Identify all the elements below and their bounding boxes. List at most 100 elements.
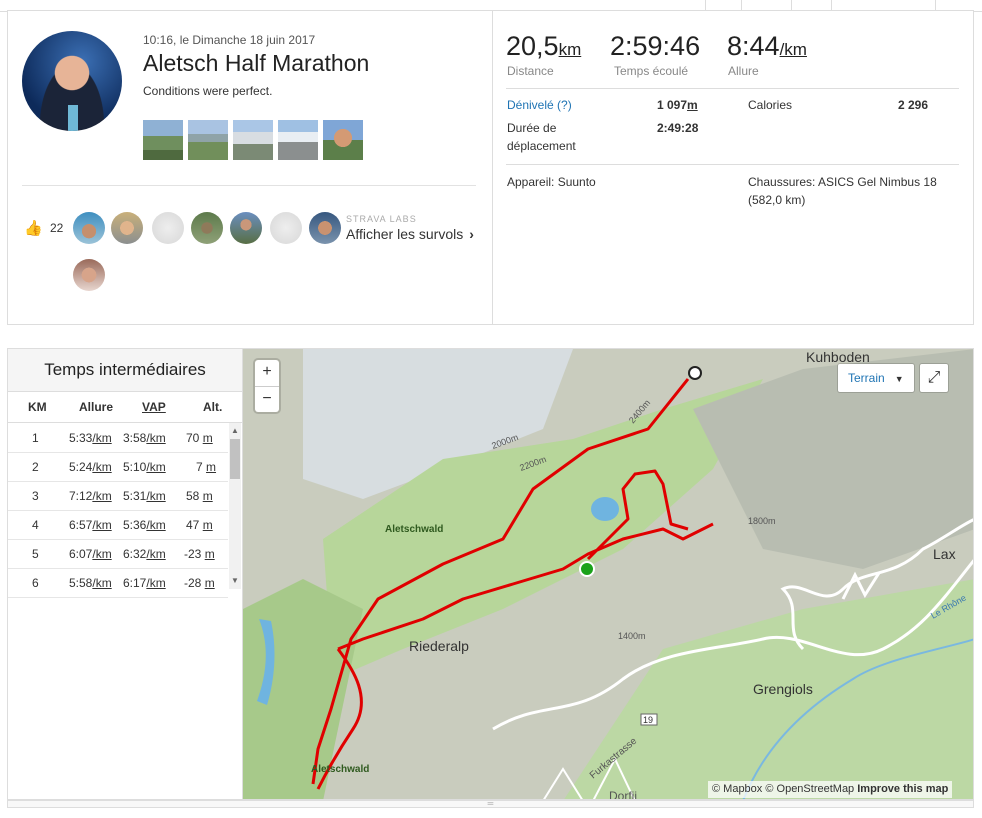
map-canvas[interactable]: Kuhboden Lax Riederalp Grengiols Aletsch… [243, 349, 974, 800]
split-gap-value: 5:36 [123, 518, 147, 532]
split-km: 1 [32, 431, 39, 445]
scroll-down-icon[interactable]: ▼ [229, 575, 241, 587]
split-km: 4 [32, 518, 39, 532]
splits-header-gap[interactable]: VAP [142, 400, 166, 414]
split-gap-value: 3:58 [123, 431, 147, 445]
kudoer-avatar[interactable] [191, 212, 223, 244]
card-divider [492, 10, 493, 325]
zoom-in-button[interactable]: + [255, 360, 279, 387]
fullscreen-button[interactable]: ⤢ [920, 364, 948, 392]
split-alt-unit: m [202, 431, 213, 445]
split-row[interactable]: 2 5:24/km 5:10/km 7 m [8, 452, 228, 482]
elevation-stat: 1 097m [657, 96, 698, 114]
finish-flag-icon [688, 366, 702, 380]
zoom-control: + − [255, 360, 279, 412]
start-marker-icon [579, 561, 595, 577]
distance-unit: km [558, 40, 582, 59]
stats-divider [506, 164, 959, 165]
caret-down-icon: ▼ [894, 374, 904, 384]
split-gap-unit: /km [146, 460, 166, 474]
route-map[interactable]: Kuhboden Lax Riederalp Grengiols Aletsch… [242, 348, 974, 800]
splits-header-km: KM [28, 400, 47, 414]
split-km: 2 [32, 460, 39, 474]
kudos-count[interactable]: 22 [50, 221, 63, 235]
split-row[interactable]: 6 5:58/km 6:17/km -28 m [8, 568, 228, 598]
kudoer-avatar[interactable] [152, 212, 184, 244]
split-alt: 70 m [186, 431, 213, 445]
distance-label: Distance [507, 64, 554, 78]
splits-scroll-thumb[interactable] [230, 439, 240, 479]
activity-title[interactable]: Aletsch Half Marathon [143, 50, 369, 77]
split-row[interactable]: 5 6:07/km 6:32/km -23 m [8, 539, 228, 569]
elevation-unit: m [687, 98, 698, 112]
splits-header-alt: Alt. [203, 400, 223, 414]
split-pace: 6:07/km [69, 547, 112, 561]
elevation-label-link[interactable]: Dénivelé (?) [507, 96, 572, 114]
kudoer-avatar[interactable] [270, 212, 302, 244]
split-alt-value: -23 [184, 547, 202, 561]
split-alt-value: -28 [184, 576, 202, 590]
improve-map-link[interactable]: Improve this map [857, 783, 948, 795]
split-gap-value: 5:31 [123, 489, 147, 503]
map-layer-label: Terrain [848, 371, 885, 385]
activity-photo[interactable] [323, 120, 363, 160]
activity-photo[interactable] [233, 120, 273, 160]
split-km: 6 [32, 576, 39, 590]
kudoer-avatar[interactable] [73, 259, 105, 291]
split-gap-value: 6:32 [123, 547, 147, 561]
activity-photo[interactable] [278, 120, 318, 160]
split-gap: 5:31/km [123, 489, 166, 503]
split-pace-unit: /km [92, 518, 112, 532]
split-gap: 6:17/km [123, 576, 166, 590]
split-pace-unit: /km [92, 489, 112, 503]
chevron-right-icon: › [469, 226, 474, 242]
split-pace-value: 5:33 [69, 431, 93, 445]
zoom-out-button[interactable]: − [255, 387, 279, 413]
scroll-up-icon[interactable]: ▲ [229, 425, 241, 437]
resize-grip[interactable]: ═ [7, 800, 974, 808]
split-row[interactable]: 1 5:33/km 3:58/km 70 m [8, 423, 228, 453]
split-alt-value: 58 [186, 489, 200, 503]
moving-time-value: 2:49:28 [657, 121, 699, 135]
map-contour-label: 1800m [748, 516, 776, 526]
flybys-label[interactable]: Afficher les survols [346, 226, 463, 242]
elapsed-time-value: 2:59:46 [610, 31, 701, 61]
split-pace-value: 5:24 [69, 460, 93, 474]
attribution-osm-link[interactable]: © OpenStreetMap [765, 783, 854, 795]
map-layer-select[interactable]: Terrain ▼ [838, 364, 914, 392]
split-alt-value: 70 [186, 431, 200, 445]
split-row[interactable]: 3 7:12/km 5:31/km 58 m [8, 481, 228, 511]
kudoer-avatar[interactable] [309, 212, 341, 244]
athlete-avatar[interactable] [22, 31, 122, 131]
split-alt-unit: m [202, 489, 213, 503]
map-label-aletschwald: Aletschwald [311, 764, 369, 775]
split-gap: 3:58/km [123, 431, 166, 445]
split-pace-unit: /km [92, 460, 112, 474]
split-gap: 6:32/km [123, 547, 166, 561]
map-label-grengiols: Grengiols [753, 681, 813, 697]
split-pace-unit: /km [92, 431, 112, 445]
map-contour-label: 1400m [618, 631, 646, 641]
kudos-icon[interactable]: 👍 [24, 219, 43, 237]
kudoer-avatar[interactable] [230, 212, 262, 244]
split-pace-value: 5:58 [69, 576, 93, 590]
stats-divider [506, 88, 959, 89]
split-row[interactable]: 4 6:57/km 5:36/km 47 m [8, 510, 228, 540]
split-alt: -23 m [184, 547, 215, 561]
split-pace: 7:12/km [69, 489, 112, 503]
activity-photo[interactable] [143, 120, 183, 160]
flybys-link[interactable]: Afficher les survols › [346, 226, 474, 242]
map-label-riederalp: Riederalp [409, 638, 469, 654]
activity-photo[interactable] [188, 120, 228, 160]
kudoer-avatar[interactable] [111, 212, 143, 244]
split-gap-unit: /km [146, 518, 166, 532]
attribution-mapbox-link[interactable]: © Mapbox [712, 783, 762, 795]
split-pace: 5:24/km [69, 460, 112, 474]
split-gap: 5:36/km [123, 518, 166, 532]
shoes-distance: (582,0 km) [748, 193, 806, 207]
activity-description: Conditions were perfect. [143, 84, 273, 98]
split-alt-unit: m [202, 518, 213, 532]
split-gap-unit: /km [146, 576, 166, 590]
kudoer-avatar[interactable] [73, 212, 105, 244]
split-alt: 7 m [196, 460, 216, 474]
